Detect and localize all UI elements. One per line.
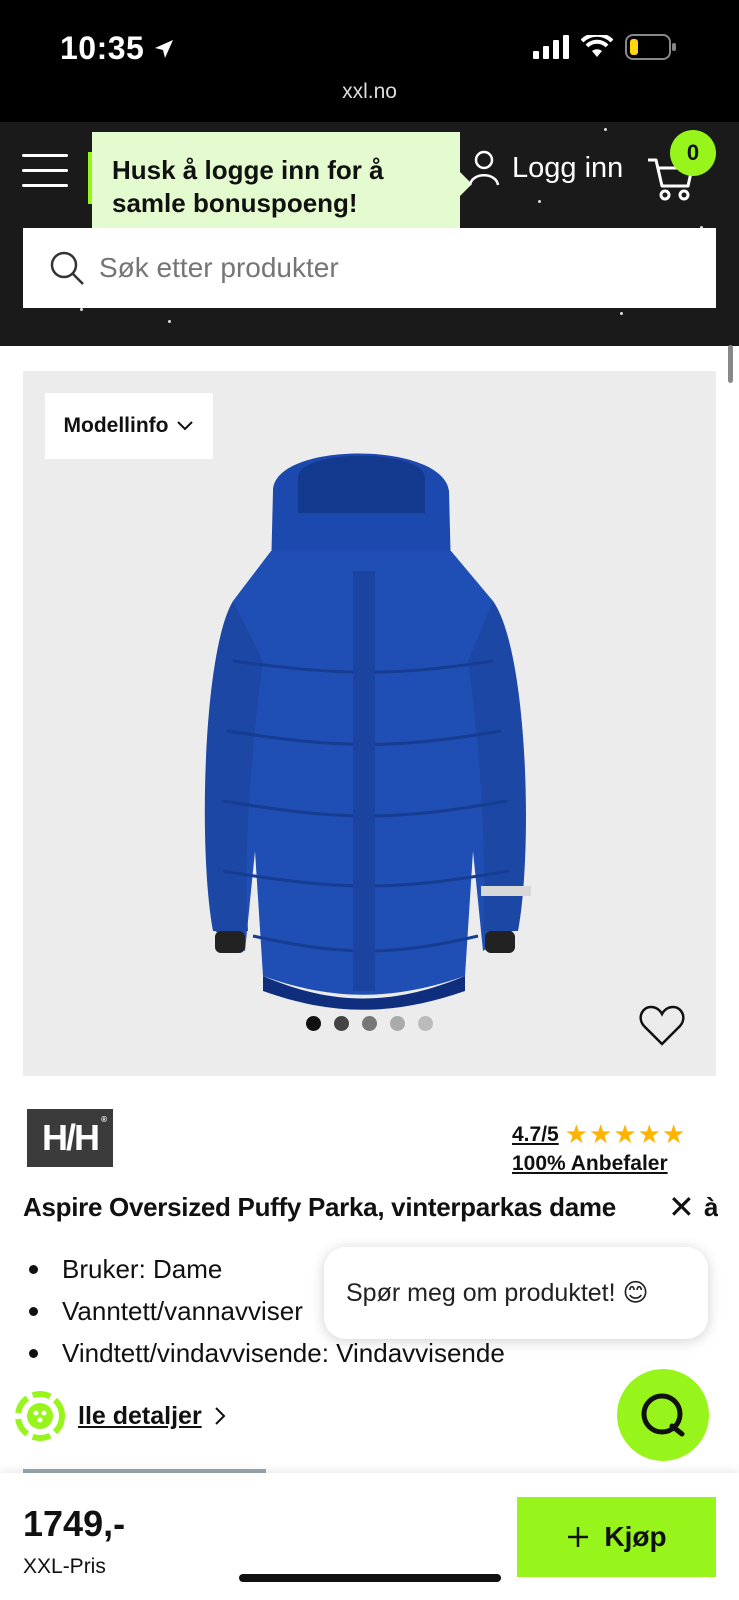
home-indicator[interactable]: [239, 1574, 501, 1582]
rating[interactable]: 4.7/5 ★★★★★: [512, 1119, 686, 1150]
gallery-dot-2[interactable]: [334, 1016, 349, 1031]
status-bar: 10:35 xxl.no: [0, 0, 739, 122]
user-icon: [468, 150, 500, 186]
cart-count-badge[interactable]: 0: [670, 130, 716, 176]
gallery-dots: [306, 1016, 433, 1031]
price-label: XXL-Pris: [23, 1555, 106, 1578]
search-bar[interactable]: [23, 228, 716, 308]
product-title: Aspire Oversized Puffy Parka, vinterpark…: [23, 1192, 616, 1222]
plus-icon: [568, 1527, 589, 1547]
modellinfo-dropdown[interactable]: Modellinfo: [45, 393, 213, 459]
status-icons: [533, 34, 677, 60]
product-title-overflow: à: [704, 1192, 718, 1222]
gallery-dot-1[interactable]: [306, 1016, 321, 1031]
chat-button[interactable]: [617, 1369, 709, 1461]
header-star: [604, 128, 607, 131]
login-label: Logg inn: [512, 151, 624, 184]
rating-stars-icon: ★★★★★: [564, 1119, 687, 1149]
header-star: [538, 200, 541, 203]
menu-line: [22, 169, 68, 172]
header-star: [168, 320, 171, 323]
price: 1749,-: [23, 1503, 126, 1544]
menu-line: [22, 184, 68, 187]
battery-icon: [625, 34, 676, 60]
gallery-dot-4[interactable]: [390, 1016, 405, 1031]
product-image[interactable]: [193, 431, 563, 1011]
modellinfo-label: Modellinfo: [63, 414, 169, 437]
rating-value[interactable]: 4.7/5: [512, 1123, 559, 1147]
status-time: 10:35: [60, 30, 145, 66]
url-bar[interactable]: xxl.no: [0, 80, 739, 104]
close-icon[interactable]: ✕: [668, 1191, 695, 1223]
chevron-down-icon: [177, 421, 194, 431]
gallery-dot-3[interactable]: [362, 1016, 377, 1031]
buy-button[interactable]: Kjøp: [517, 1497, 716, 1577]
search-input[interactable]: [99, 252, 659, 284]
chevron-right-icon: [214, 1407, 226, 1425]
buy-label: Kjøp: [604, 1521, 667, 1552]
product-gallery[interactable]: Modellinfo: [23, 371, 716, 1076]
brand-logo-text: H/H: [42, 1117, 100, 1158]
chat-icon: [641, 1393, 685, 1437]
menu-line: [22, 154, 68, 157]
header-star: [80, 308, 83, 311]
brand-logo[interactable]: H/H ®: [27, 1109, 113, 1167]
menu-button[interactable]: [22, 154, 68, 188]
site-header: Husk å logge inn for å samle bonuspoeng!…: [0, 122, 739, 346]
all-details-link[interactable]: lle detaljer: [14, 1390, 226, 1442]
heart-icon[interactable]: [639, 1005, 685, 1047]
registered-mark: ®: [101, 1115, 107, 1124]
search-icon: [50, 251, 84, 285]
scrollbar[interactable]: [728, 345, 733, 383]
location-arrow-icon: [155, 39, 174, 58]
eco-badge-icon: [15, 1391, 65, 1441]
all-details-label: lle detaljer: [78, 1401, 202, 1430]
login-link[interactable]: Logg inn: [468, 150, 623, 186]
gallery-dot-5[interactable]: [418, 1016, 433, 1031]
recommend-link[interactable]: 100% Anbefaler: [512, 1152, 668, 1176]
wifi-icon: [581, 35, 613, 57]
status-time-row: 10:35: [60, 30, 176, 67]
signal-icon: [533, 35, 569, 59]
chat-prompt-bubble[interactable]: Spør meg om produktet! 😊: [324, 1247, 708, 1339]
header-star: [620, 312, 623, 315]
